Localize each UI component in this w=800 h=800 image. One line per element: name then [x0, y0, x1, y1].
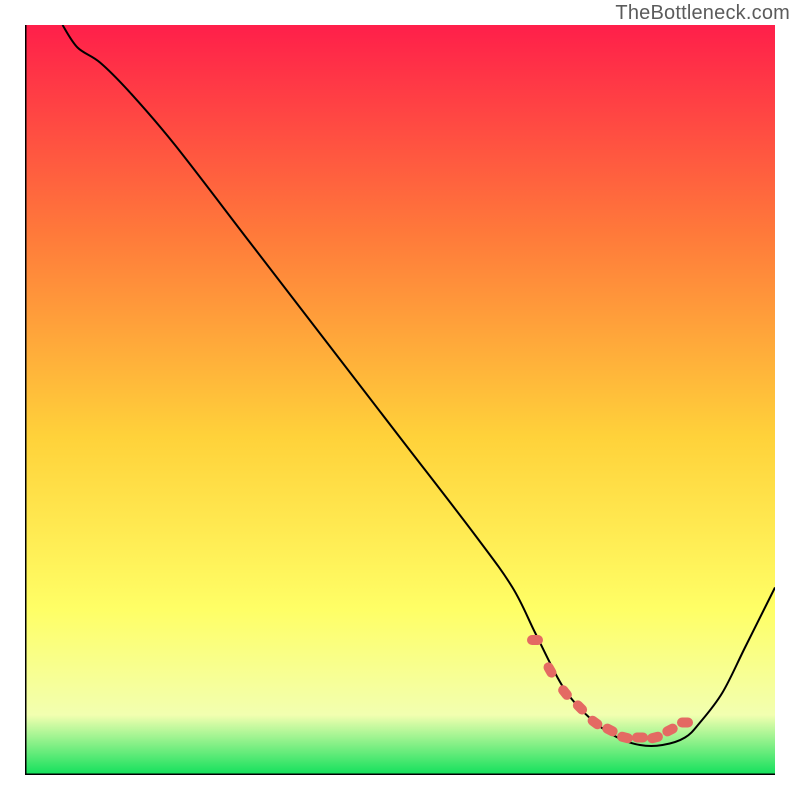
highlight-bead — [601, 722, 620, 738]
highlight-bead — [646, 731, 664, 745]
highlight-bead — [661, 722, 680, 738]
plot-area — [25, 25, 775, 775]
axis-spines — [25, 25, 775, 775]
highlight-bead — [542, 661, 559, 680]
highlight-bead — [632, 733, 648, 743]
highlight-bead — [527, 635, 543, 645]
highlight-beads — [527, 635, 693, 744]
plot-svg — [25, 25, 775, 775]
watermark-text: TheBottleneck.com — [615, 2, 790, 25]
bottleneck-curve — [63, 25, 776, 746]
highlight-bead — [677, 718, 693, 728]
